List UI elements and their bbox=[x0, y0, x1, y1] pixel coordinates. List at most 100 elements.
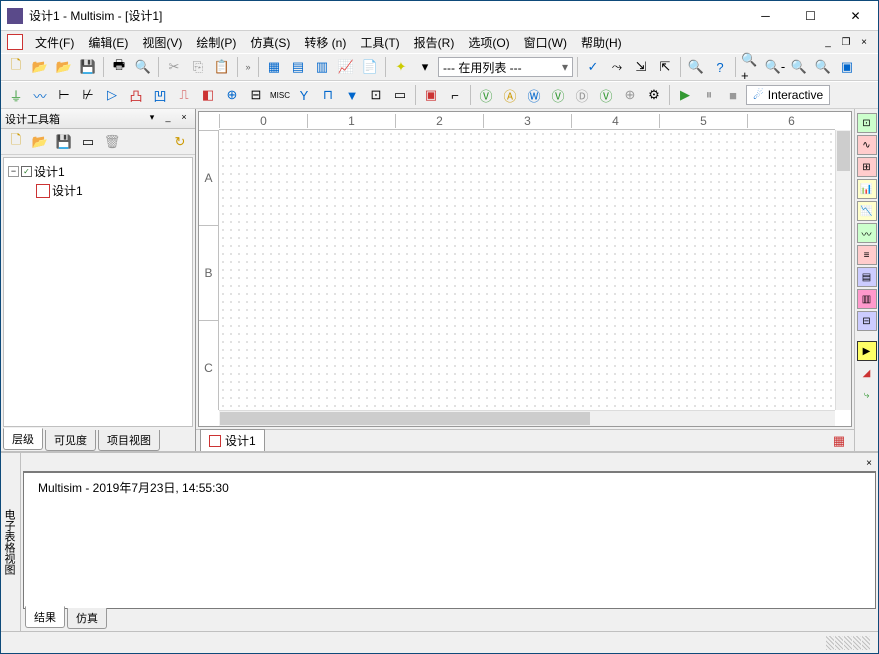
sim-mode-button[interactable]: ☄Interactive bbox=[746, 85, 830, 105]
tab-results[interactable]: 结果 bbox=[25, 606, 65, 628]
bus-button[interactable]: ⌐ bbox=[444, 84, 466, 106]
tb-open-button[interactable]: 📂 bbox=[29, 131, 51, 153]
menu-help[interactable]: 帮助(H) bbox=[575, 32, 628, 53]
tb-rename-button[interactable]: ▭ bbox=[77, 131, 99, 153]
menu-transfer[interactable]: 转移 (n) bbox=[298, 32, 352, 53]
tree-root-node[interactable]: − ✓ 设计1 bbox=[8, 162, 188, 181]
log-close-icon[interactable]: × bbox=[862, 458, 876, 469]
word-gen-icon[interactable]: ▤ bbox=[857, 267, 877, 287]
tb-save-button[interactable]: 💾 bbox=[53, 131, 75, 153]
freq-counter-icon[interactable]: ≡ bbox=[857, 245, 877, 265]
view-spreadsheet-button[interactable]: ▤ bbox=[287, 56, 309, 78]
pause-button[interactable]: ⏸ bbox=[698, 84, 720, 106]
analog-button[interactable]: ▷ bbox=[101, 84, 123, 106]
misc-digital-button[interactable]: ⎍ bbox=[173, 84, 195, 106]
probe-a-button[interactable]: Ⓐ bbox=[499, 84, 521, 106]
component-wizard-button[interactable]: ✦ bbox=[390, 56, 412, 78]
menu-sim[interactable]: 仿真(S) bbox=[244, 32, 296, 53]
func-gen-icon[interactable]: ∿ bbox=[857, 135, 877, 155]
help-button[interactable]: ? bbox=[709, 56, 731, 78]
electromech-button[interactable]: ⊓ bbox=[317, 84, 339, 106]
tree-collapse-icon[interactable]: − bbox=[8, 166, 19, 177]
hierarchy-button[interactable]: ▣ bbox=[420, 84, 442, 106]
oscilloscope-icon[interactable]: 📊 bbox=[857, 179, 877, 199]
spreadsheet-tab-label[interactable]: 电子表格视图 bbox=[1, 453, 21, 631]
rf-button[interactable]: Y bbox=[293, 84, 315, 106]
bode-plotter-icon[interactable]: 〰 bbox=[857, 223, 877, 243]
power-button[interactable]: ⊟ bbox=[245, 84, 267, 106]
schematic-canvas[interactable] bbox=[219, 130, 835, 410]
multimeter-icon[interactable]: ⊡ bbox=[857, 113, 877, 133]
database-button[interactable]: ▾ bbox=[414, 56, 436, 78]
open-button[interactable]: 📂 bbox=[29, 56, 51, 78]
view-grid-button[interactable]: ▦ bbox=[263, 56, 285, 78]
scrollbar-horizontal[interactable] bbox=[219, 410, 835, 426]
document-tab[interactable]: 设计1 bbox=[200, 429, 265, 452]
copy-button[interactable]: ⎘ bbox=[187, 56, 209, 78]
panel-pin-icon[interactable]: _ bbox=[161, 112, 175, 126]
tb-refresh-button[interactable]: ↻ bbox=[169, 131, 191, 153]
spec-analyzer-icon[interactable]: ⤷ bbox=[857, 385, 877, 405]
logic-conv-icon[interactable]: ⊟ bbox=[857, 311, 877, 331]
tab-visibility[interactable]: 可见度 bbox=[45, 430, 96, 451]
basic-button[interactable]: 〰 bbox=[29, 84, 51, 106]
transistor-button[interactable]: ⊬ bbox=[77, 84, 99, 106]
panel-dropdown-icon[interactable]: ▾ bbox=[145, 112, 159, 126]
probe-v-button[interactable]: Ⓥ bbox=[475, 84, 497, 106]
tb-new-button[interactable]: 🗋 bbox=[5, 131, 27, 153]
save-button[interactable]: 💾 bbox=[77, 56, 99, 78]
probe-vr-button[interactable]: Ⓥ bbox=[547, 84, 569, 106]
menu-file[interactable]: 文件(F) bbox=[29, 32, 80, 53]
erc-button[interactable]: ✓ bbox=[582, 56, 604, 78]
fullscreen-button[interactable]: ▣ bbox=[836, 56, 858, 78]
tree-child-node[interactable]: 设计1 bbox=[8, 181, 188, 200]
diode-button[interactable]: ⊢ bbox=[53, 84, 75, 106]
mdi-restore-icon[interactable]: ❐ bbox=[838, 35, 854, 49]
mdi-close-icon[interactable]: × bbox=[856, 35, 872, 49]
trace-button[interactable]: ⤳ bbox=[606, 56, 628, 78]
back-annotate-button[interactable]: ⇱ bbox=[654, 56, 676, 78]
misc-button[interactable]: MISC bbox=[269, 84, 291, 106]
probe-w-button[interactable]: Ⓦ bbox=[523, 84, 545, 106]
connector-button[interactable]: ⊡ bbox=[365, 84, 387, 106]
wattmeter-icon[interactable]: ⊞ bbox=[857, 157, 877, 177]
cut-button[interactable]: ✂ bbox=[163, 56, 185, 78]
panel-close-icon[interactable]: × bbox=[177, 112, 191, 126]
stop-button[interactable]: ■ bbox=[722, 84, 744, 106]
toolbar-overflow-icon[interactable]: » bbox=[242, 62, 254, 72]
zoom-fit-button[interactable]: 🔍 bbox=[812, 56, 834, 78]
probe-d-button[interactable]: Ⓓ bbox=[571, 84, 593, 106]
mcu-button[interactable]: ▭ bbox=[389, 84, 411, 106]
logic-analyzer-icon[interactable]: ▥ bbox=[857, 289, 877, 309]
scrollbar-vertical[interactable] bbox=[835, 130, 851, 410]
menu-report[interactable]: 报告(R) bbox=[408, 32, 461, 53]
source-button[interactable]: ⏚ bbox=[5, 84, 27, 106]
ni-button[interactable]: ▼ bbox=[341, 84, 363, 106]
tab-menu-button[interactable]: ▦ bbox=[828, 430, 850, 452]
probe-vref-button[interactable]: Ⓥ bbox=[595, 84, 617, 106]
zoom-in-button[interactable]: 🔍+ bbox=[740, 56, 762, 78]
indicator-button[interactable]: ⊕ bbox=[221, 84, 243, 106]
paste-button[interactable]: 📋 bbox=[211, 56, 233, 78]
new-button[interactable]: 🗋 bbox=[5, 56, 27, 78]
menu-tools[interactable]: 工具(T) bbox=[354, 32, 405, 53]
maximize-button[interactable]: ☐ bbox=[788, 1, 833, 30]
menu-window[interactable]: 窗口(W) bbox=[518, 32, 573, 53]
find-button[interactable]: 🔍 bbox=[685, 56, 707, 78]
print-preview-button[interactable]: 🔍 bbox=[132, 56, 154, 78]
view-report-button[interactable]: 📄 bbox=[359, 56, 381, 78]
tab-project[interactable]: 项目视图 bbox=[98, 430, 160, 451]
menu-draw[interactable]: 绘制(P) bbox=[190, 32, 242, 53]
tab-hierarchy[interactable]: 层级 bbox=[3, 428, 43, 450]
menu-view[interactable]: 视图(V) bbox=[136, 32, 188, 53]
export-button[interactable]: ⇲ bbox=[630, 56, 652, 78]
inuse-list-combo[interactable]: --- 在用列表 --- bbox=[438, 57, 573, 77]
mdi-minimize-icon[interactable]: _ bbox=[820, 35, 836, 49]
cmos-button[interactable]: 凹 bbox=[149, 84, 171, 106]
view-graph-button[interactable]: 📈 bbox=[335, 56, 357, 78]
view-netlist-button[interactable]: ▥ bbox=[311, 56, 333, 78]
probe-settings-button[interactable]: ⚙ bbox=[643, 84, 665, 106]
probe-dref-button[interactable]: ⊕ bbox=[619, 84, 641, 106]
tb-delete-button[interactable]: 🗑 bbox=[101, 131, 123, 153]
close-button[interactable]: ✕ bbox=[833, 1, 878, 30]
